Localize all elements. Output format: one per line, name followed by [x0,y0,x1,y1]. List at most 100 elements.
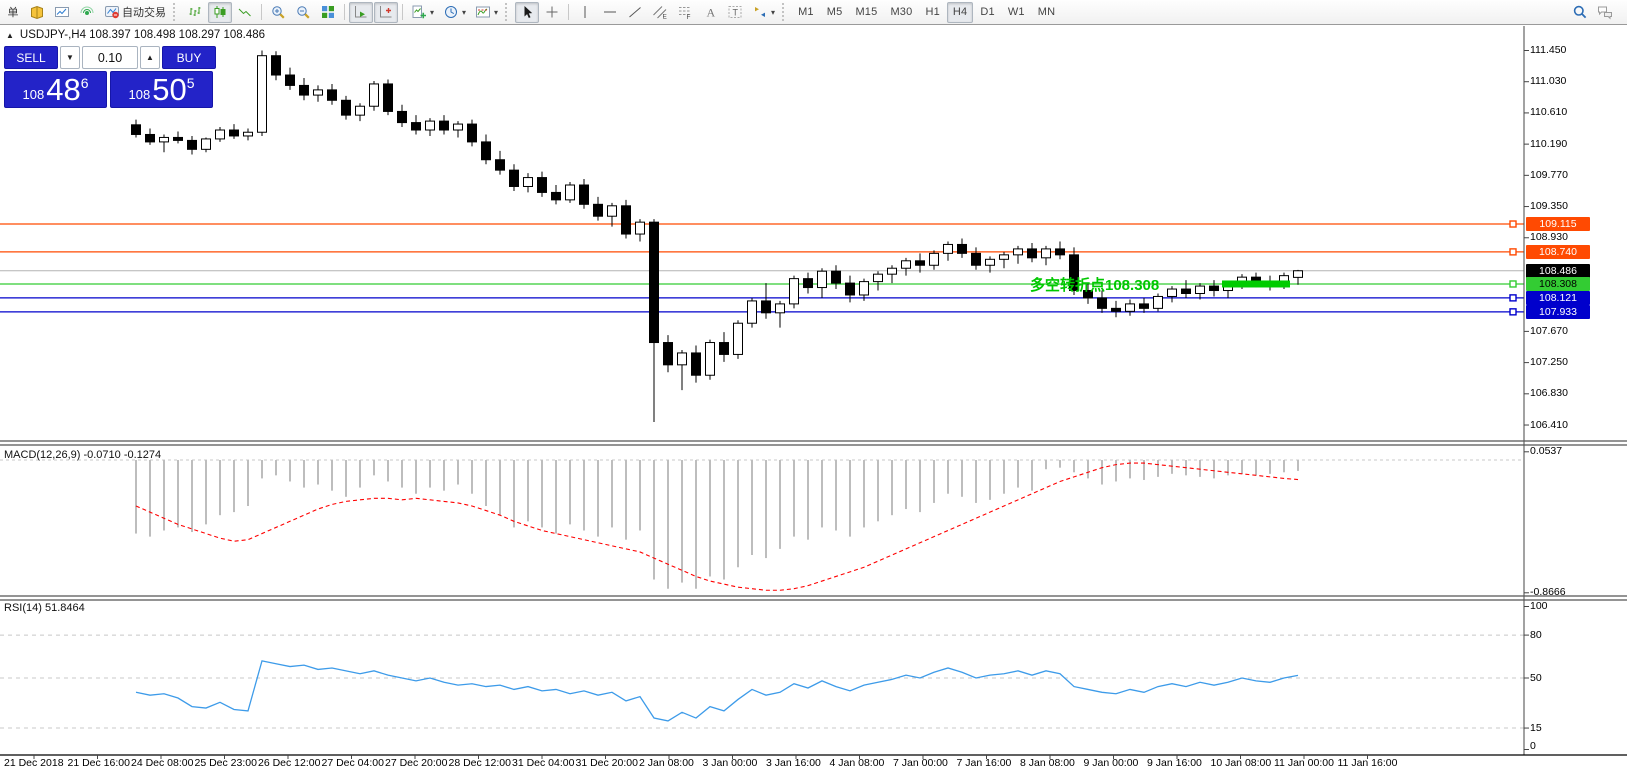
timeframe-m1-button[interactable]: M1 [792,2,820,23]
time-tick-label: 11 Jan 00:00 [1274,757,1334,768]
price-tick-label: 108.930 [1530,231,1568,243]
new-chart-button[interactable]: ▾ [407,2,438,23]
timeframe-d1-button-label: D1 [980,6,994,18]
cursor-button[interactable] [515,2,539,23]
rsi-line [136,661,1298,721]
timeframe-m5-button[interactable]: M5 [821,2,849,23]
buy-price-display[interactable]: 108505 [110,71,213,108]
terminal-window: 单自动交易▾▾▾EFAT▾M1M5M15M30H1H4D1W1MN ▲ USDJ… [0,0,1627,768]
time-tick-label: 31 Dec 20:00 [576,757,638,768]
chart-window-button[interactable] [50,2,74,23]
chartwin-icon [54,4,70,20]
candlestick-series [132,51,1303,423]
channel-icon: E [652,4,668,20]
bar-chart-button[interactable] [183,2,207,23]
time-tick-label: 25 Dec 23:00 [195,757,257,768]
periodicity-button[interactable]: ▾ [439,2,470,23]
price-badge: 109.115 [1526,217,1590,231]
time-tick-label: 4 Jan 08:00 [830,757,885,768]
equidistant-channel-button[interactable]: E [648,2,672,23]
clock-icon [443,4,459,20]
timeframe-mn-button[interactable]: MN [1032,2,1062,23]
price-tick-label: 107.250 [1530,356,1568,368]
turning-point-annotation[interactable]: 多空转折点108.308 [1030,274,1159,295]
text-label-button[interactable]: T [723,2,747,23]
rsi-indicator-label: RSI(14) 51.8464 [4,602,85,614]
toolbar-separator [402,4,403,20]
timeframe-m5-button-label: M5 [827,6,843,18]
rsi-scale-label: 0 [1530,740,1536,752]
volume-input[interactable] [82,46,138,69]
chat-button[interactable] [1593,2,1617,23]
horizontal-line-button[interactable] [598,2,622,23]
toolbar-group-cursor [515,2,564,23]
arrows-button[interactable]: ▾ [748,2,779,23]
text-button[interactable]: A [698,2,722,23]
auto-scroll-button[interactable] [349,2,373,23]
sell-price-prefix: 108 [23,87,45,102]
time-tick-label: 27 Dec 20:00 [385,757,447,768]
templates-button[interactable]: ▾ [471,2,502,23]
macd-signal-line [136,463,1298,590]
search-button[interactable] [1568,2,1592,23]
candles-icon [212,4,228,20]
green-trend-segment[interactable] [1222,280,1290,287]
chart-canvas[interactable] [0,0,1627,768]
autotrading-button[interactable]: 自动交易 [100,2,170,23]
price-badge: 108.486 [1526,264,1590,278]
autotrading-button-label: 自动交易 [122,4,166,20]
crosshair-button[interactable] [540,2,564,23]
volume-decrease-button[interactable]: ▼ [60,46,80,69]
chart-shift-button[interactable] [374,2,398,23]
fibonacci-button[interactable]: F [673,2,697,23]
zoom-out-button[interactable] [291,2,315,23]
signals-button[interactable] [75,2,99,23]
time-tick-label: 9 Jan 16:00 [1147,757,1202,768]
timeframe-mn-button-label: MN [1038,6,1056,18]
candlestick-chart-button[interactable] [208,2,232,23]
price-badge: 108.308 [1526,277,1590,291]
time-tick-label: 3 Jan 00:00 [703,757,758,768]
time-tick-label: 31 Dec 04:00 [512,757,574,768]
timeframe-h4-button[interactable]: H4 [947,2,973,23]
volume-increase-button[interactable]: ▲ [140,46,160,69]
buy-price-sup: 5 [187,75,195,91]
timeframe-h4-button-label: H4 [953,6,967,18]
timeframe-h1-button[interactable]: H1 [919,2,945,23]
timeframe-m15-button[interactable]: M15 [849,2,883,23]
chat-icon [1597,4,1613,20]
sell-price-display[interactable]: 108486 [4,71,107,108]
sell-price-sup: 6 [81,75,89,91]
timeframe-m30-button[interactable]: M30 [884,2,918,23]
zoom-in-button[interactable] [266,2,290,23]
zoomout-icon [295,4,311,20]
svg-text:T: T [733,8,739,18]
vertical-line-button[interactable] [573,2,597,23]
buy-button[interactable]: BUY [162,46,216,69]
sell-button[interactable]: SELL [4,46,58,69]
collapse-arrow-icon[interactable]: ▲ [6,31,14,40]
new-order-button[interactable]: 单 [2,2,24,23]
timeframe-w1-button[interactable]: W1 [1002,2,1031,23]
toolbar-group-zoom [266,2,340,23]
caret-down-icon: ▾ [430,8,434,17]
tline-icon [627,4,643,20]
price-tick-label: 106.830 [1530,387,1568,399]
rsi-scale-label: 15 [1530,722,1542,734]
zoomin-icon [270,4,286,20]
caret-down-icon: ▾ [771,8,775,17]
timeframe-d1-button[interactable]: D1 [974,2,1000,23]
caret-up-icon: ▲ [146,53,154,62]
svg-text:E: E [663,14,668,21]
caret-down-icon: ▾ [462,8,466,17]
time-tick-label: 10 Jan 08:00 [1211,757,1272,768]
price-tick-label: 110.190 [1530,138,1567,150]
shift-icon [378,4,394,20]
time-tick-label: 28 Dec 12:00 [449,757,511,768]
market-watch-button[interactable] [25,2,49,23]
trendline-button[interactable] [623,2,647,23]
arrows-icon [752,4,768,20]
tile-windows-button[interactable] [316,2,340,23]
line-chart-button[interactable] [233,2,257,23]
toolbar-group-timeframes: M1 M5 M15M30H1 H4 D1 W1 MN [792,2,1061,23]
